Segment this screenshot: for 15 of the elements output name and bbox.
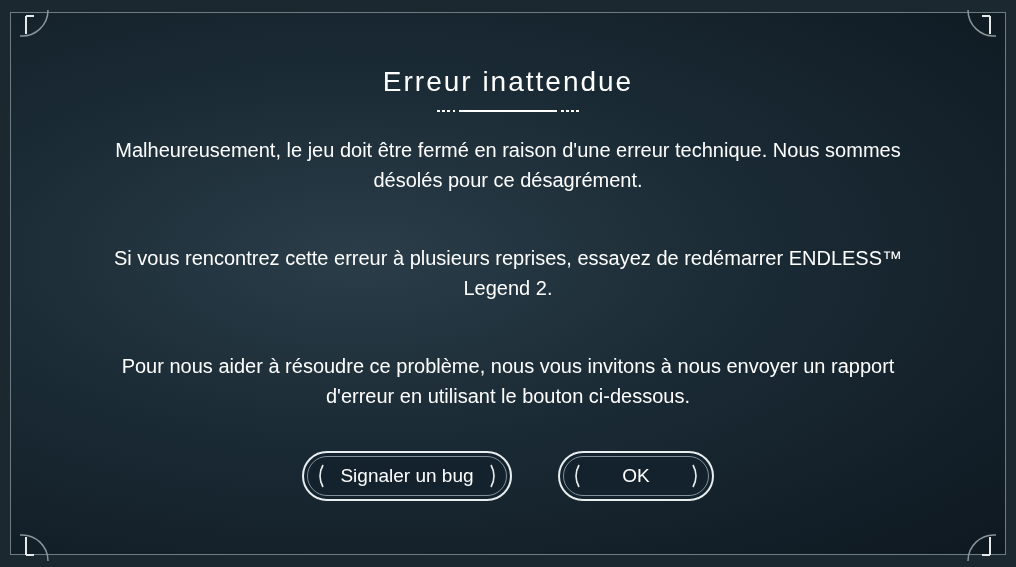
right-bracket-icon xyxy=(692,464,700,488)
left-bracket-icon xyxy=(572,464,580,488)
title-divider-icon xyxy=(437,109,579,113)
message-paragraph: Si vous rencontrez cette erreur à plusieurs reprises, essayez de redémarrer ENDLESS™ Legend 2. xyxy=(112,246,904,301)
message-paragraph: Malheureusement, le jeu doit être fermé en raison d'une erreur technique. Nous sommes désolés pour ce désagrément. xyxy=(114,138,902,193)
dialog-title: Erreur inattendue xyxy=(382,65,634,99)
corner-ornament-icon xyxy=(18,533,50,563)
corner-ornament-icon xyxy=(966,8,998,38)
message-paragraph: Pour nous aider à résoudre ce problème, nous vous invitons à nous envoyer un rapport d'erreur en utilisant le bouton ci-dessous. xyxy=(120,354,896,409)
left-bracket-icon xyxy=(316,464,324,488)
corner-ornament-icon xyxy=(966,533,998,563)
right-bracket-icon xyxy=(490,464,498,488)
ok-button[interactable]: OK xyxy=(558,451,714,501)
report-bug-button[interactable]: Signaler un bug xyxy=(302,451,512,501)
corner-ornament-icon xyxy=(18,8,50,38)
